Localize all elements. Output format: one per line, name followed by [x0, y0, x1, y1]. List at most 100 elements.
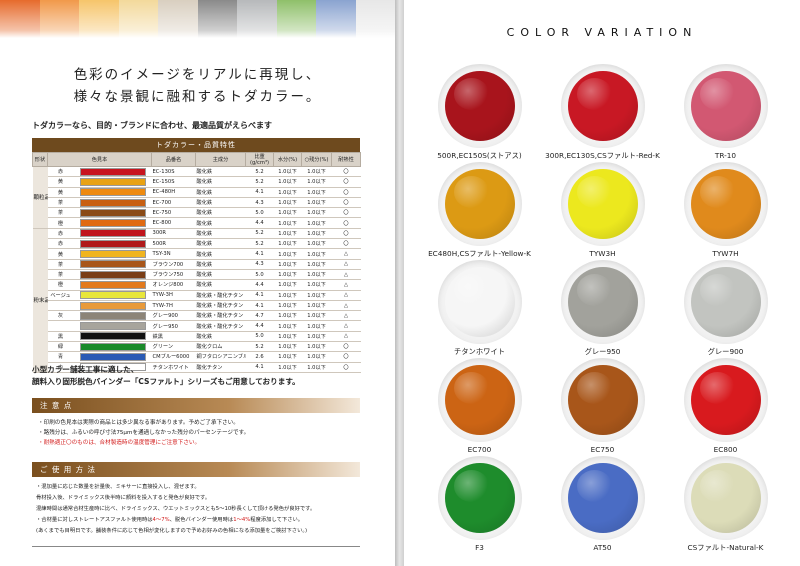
component: 酸化鉄: [195, 197, 246, 209]
component: 酸化鉄: [195, 187, 246, 198]
residue: 1.0以下: [301, 197, 332, 209]
heat-resistance: △: [331, 269, 361, 281]
color-sample-ball: [444, 365, 515, 435]
header-component: 主成分: [195, 152, 247, 167]
water-content: 1.0以下: [273, 351, 302, 363]
color-swatch: [79, 188, 146, 197]
color-sample: EC750: [541, 358, 664, 454]
swatch-cell: [73, 300, 152, 312]
specific-gravity: 4.4: [245, 279, 274, 291]
component: 酸化鉄・酸化チタン: [195, 310, 246, 322]
product-code: オレンジ800: [151, 279, 196, 291]
color-sample: TYW3H: [541, 162, 664, 258]
color-name: 茶: [47, 259, 74, 270]
component: 酸化鉄: [195, 279, 246, 291]
table-row: 青CMブルー6000銅フタロシアニンブルー2.61.0以下1.0以下〇: [33, 351, 361, 363]
color-swatch: [79, 332, 146, 341]
product-code: TSY-3N: [151, 248, 196, 260]
product-code: グリーン: [151, 341, 196, 353]
component: 酸化鉄・酸化チタン: [195, 320, 246, 332]
color-sample-ball: [444, 169, 515, 239]
color-sample-label: グレー950: [584, 347, 621, 356]
color-name: 赤: [47, 238, 74, 250]
group-label: 顆粒品: [32, 166, 48, 229]
color-name: 灰: [47, 310, 74, 322]
component: 酸化クロム: [195, 341, 246, 353]
color-sample: F3: [418, 456, 541, 552]
water-content: 1.0以下: [273, 238, 302, 250]
usage-line-5: (あくまでも目明日です。舗装条件に応じて色相が変化しますので予めお好みの色相にな…: [36, 528, 308, 534]
header-heat: 耐熱性: [331, 152, 362, 167]
heat-resistance: △: [331, 300, 361, 312]
product-code: 鉄黒: [151, 331, 196, 343]
specific-gravity: 5.0: [245, 269, 274, 281]
color-sample-dish: [437, 456, 522, 540]
color-sample-label: EC480H,CSファルト-Yellow-K: [428, 249, 531, 258]
color-sample: グレー900: [664, 260, 787, 357]
water-content: 1.0以下: [273, 187, 302, 198]
color-sample-dish: [683, 456, 768, 540]
residue: 1.0以下: [301, 176, 332, 188]
color-name: 赤: [47, 166, 74, 178]
heat-resistance: △: [331, 290, 361, 301]
color-name: 黄: [47, 248, 74, 260]
product-code: EC-130S: [151, 166, 196, 178]
caution-section-title: 注 意 点: [32, 398, 360, 413]
specific-gravity: 4.1: [245, 300, 274, 312]
binder-note: 小型カラー舗装工事に適した、 顔料入り固形脱色バインダー「CSファルト」シリーズ…: [32, 364, 300, 388]
color-swatch: [79, 301, 146, 310]
water-content: 1.0以下: [273, 269, 302, 281]
product-code: EC-700: [151, 197, 196, 209]
water-content: 1.0以下: [273, 259, 302, 270]
color-swatch: [79, 198, 146, 207]
color-swatch: [79, 239, 146, 248]
usage-line-4: ・合材量に対しストレートアスファルト使用時は4〜7%、脱色バインダー使用時は1〜…: [36, 517, 304, 523]
swatch-cell: [73, 269, 152, 281]
table-row: TYW-7H 酸化鉄・酸化チタン 4.1 1.0以下 1.0以下 △: [33, 300, 361, 312]
heat-resistance: △: [331, 320, 361, 332]
color-swatch: [79, 342, 146, 351]
color-sample-label: CSファルト-Natural-K: [687, 543, 764, 552]
specific-gravity: 5.2: [245, 238, 274, 250]
heat-resistance: 〇: [331, 187, 361, 198]
color-sample-label: TYW3H: [589, 249, 616, 258]
product-code: EC-800: [151, 217, 196, 229]
product-code: EC-750: [151, 207, 196, 219]
color-sample-ball: [690, 71, 761, 141]
residue: 1.0以下: [301, 341, 332, 353]
color-sample-label: EC750: [590, 445, 615, 454]
page-gutter: [395, 0, 404, 566]
specific-gravity: 5.2: [245, 176, 274, 188]
swatch-cell: [73, 341, 152, 353]
water-content: 1.0以下: [273, 176, 302, 188]
table-row: 顆粒品赤EC-130S酸化鉄5.21.0以下1.0以下〇: [32, 166, 361, 229]
specific-gravity: 4.3: [245, 197, 274, 209]
specific-gravity: 4.1: [245, 248, 274, 260]
heat-resistance: 〇: [331, 341, 361, 353]
color-sample-ball: [567, 365, 638, 435]
residue: 1.0以下: [301, 362, 332, 373]
product-code: 300R: [151, 228, 196, 240]
color-sample: 500R,EC150S(ストアス): [418, 64, 541, 161]
caution-line-1: ・印刷の色見本は実際の商品とは多少異なる事があります。予めご了承下さい。: [38, 420, 239, 426]
specific-gravity: 4.1: [245, 187, 274, 198]
color-sample-label: TYW7H: [712, 249, 739, 258]
swatch-cell: [73, 217, 152, 229]
color-name: 緑: [47, 341, 74, 353]
color-sample-dish: [437, 64, 522, 148]
residue: 1.0以下: [301, 217, 332, 229]
header-code: 品番名: [151, 152, 197, 167]
component: 酸化鉄: [195, 166, 246, 178]
heat-resistance: 〇: [331, 228, 361, 240]
table-row: 茶 EC-700 酸化鉄 4.3 1.0以下 1.0以下〇: [33, 197, 361, 209]
color-sample-dish: [683, 358, 768, 442]
usage-line-3: 混練時間は通常合材生産時に比べ、ドライミックス、ウエットミックスとも5〜10秒長…: [36, 506, 316, 512]
usage-notes: ・混加量に応じた数量を計量後、ミキサーに直接投入し、混ぜます。 骨材投入後、ドラ…: [36, 482, 315, 537]
header-swatch: 色見本: [46, 152, 153, 167]
color-sample: TYW7H: [664, 162, 787, 258]
color-sample-dish: [437, 358, 522, 442]
binder-note-line-2: 顔料入り固形脱色バインダー「CSファルト」シリーズもご用意しております。: [32, 377, 300, 386]
table-row: 黄 EC-480H 酸化鉄 4.1 1.0以下 1.0以下〇: [33, 187, 361, 198]
swatch-cell: [73, 248, 152, 260]
caution-notes: ・印刷の色見本は実際の商品とは多少異なる事があります。予めご了承下さい。 ・路残…: [38, 418, 249, 448]
